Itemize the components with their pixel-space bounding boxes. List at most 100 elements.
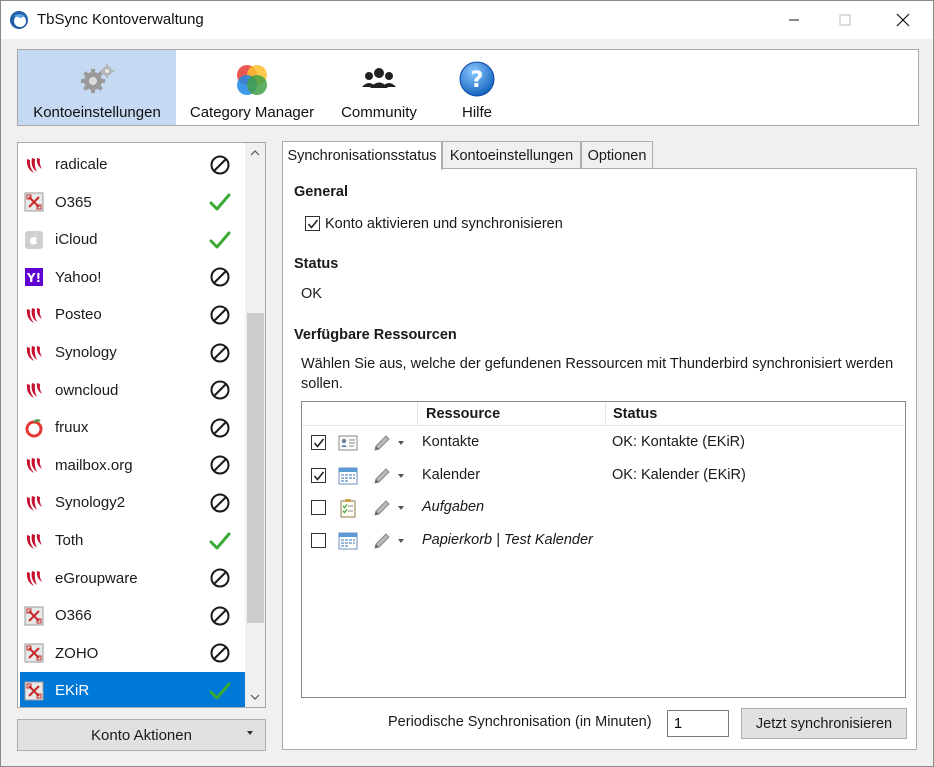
resource-name: Papierkorb | Test Kalender	[422, 532, 593, 549]
disabled-icon	[210, 455, 230, 475]
resource-name: Kontakte	[422, 434, 480, 450]
checkmark-icon	[209, 231, 231, 249]
resource-checkbox[interactable]	[311, 467, 326, 483]
tab-optionen[interactable]: Optionen	[581, 141, 653, 169]
resource-row[interactable]: Aufgaben	[302, 492, 905, 524]
chevron-up-icon	[250, 150, 260, 156]
pencil-icon[interactable]	[372, 433, 392, 453]
minimize-button[interactable]	[771, 1, 817, 39]
account-list-item[interactable]: ZOHO	[20, 635, 245, 672]
resource-checkbox[interactable]	[311, 500, 326, 516]
scroll-thumb[interactable]	[247, 313, 264, 623]
sync-status-panel: General Konto aktivieren und synchronisi…	[282, 168, 917, 750]
resource-status: OK: Kalender (EKiR)	[612, 466, 746, 483]
account-list-item[interactable]: Toth	[20, 522, 245, 559]
caldav-icon	[26, 345, 42, 361]
account-list-item[interactable]: EKiR	[20, 672, 245, 707]
status-value: OK	[301, 286, 322, 302]
eas-icon	[24, 643, 44, 663]
resource-checkbox[interactable]	[311, 533, 326, 549]
account-list-item[interactable]: Synology	[20, 334, 245, 371]
disabled-icon	[210, 643, 230, 663]
account-list-item[interactable]: Y! Yahoo!	[20, 259, 245, 296]
periodic-sync-input[interactable]	[667, 710, 729, 737]
status-heading: Status	[294, 256, 339, 272]
account-name: Synology2	[55, 494, 126, 512]
toolbar-label: Kontoeinstellungen	[33, 104, 161, 121]
calendar-icon	[338, 467, 358, 485]
disabled-icon	[210, 267, 230, 287]
account-list-item[interactable]: radicale	[20, 146, 245, 183]
account-list[interactable]: radicale O365 iCloud Y! Yahoo! Posteo Synology…	[17, 142, 266, 708]
icloud-icon	[25, 230, 43, 249]
toolbar-label: Community	[341, 104, 417, 121]
toolbar-kontoeinstellungen[interactable]: Kontoeinstellungen	[18, 50, 176, 125]
column-header-resource[interactable]: Ressource	[426, 406, 500, 422]
account-list-item[interactable]: Posteo	[20, 296, 245, 333]
tab-label: Synchronisationsstatus	[287, 148, 437, 164]
resources-heading: Verfügbare Ressourcen	[294, 327, 457, 343]
column-divider	[417, 402, 418, 426]
general-heading: General	[294, 184, 348, 200]
account-name: Synology	[55, 344, 117, 361]
tab-synchronisationsstatus[interactable]: Synchronisationsstatus	[282, 141, 442, 170]
account-list-item[interactable]: owncloud	[20, 372, 245, 409]
column-header-status[interactable]: Status	[613, 406, 657, 422]
gears-icon	[81, 64, 114, 93]
dropdown-arrow-icon[interactable]	[398, 506, 404, 511]
account-name: mailbox.org	[55, 456, 133, 474]
resource-row[interactable]: Papierkorb | Test Kalender	[302, 525, 905, 557]
account-list-scrollbar[interactable]	[245, 143, 265, 707]
account-list-item[interactable]: O366	[20, 597, 245, 634]
resources-description: Wählen Sie aus, welche der gefundenen Re…	[301, 356, 894, 372]
pencil-icon[interactable]	[372, 498, 392, 518]
disabled-icon	[210, 606, 230, 626]
account-list-item[interactable]: O365	[20, 184, 245, 221]
toolbar-hilfe[interactable]: ? Hilfe	[446, 50, 508, 125]
caldav-icon	[26, 495, 42, 511]
scroll-up-button[interactable]	[245, 143, 265, 163]
toolbar-category-manager[interactable]: Category Manager	[185, 50, 319, 125]
title-bar: TbSync Kontoverwaltung	[1, 1, 933, 39]
resource-checkbox[interactable]	[311, 435, 326, 450]
dropdown-arrow-icon	[247, 731, 253, 735]
tab-kontoeinstellungen[interactable]: Kontoeinstellungen	[442, 141, 581, 169]
dropdown-arrow-icon[interactable]	[398, 539, 404, 544]
resource-row[interactable]: Kalender OK: Kalender (EKiR)	[302, 460, 905, 492]
account-name: O365	[55, 193, 92, 211]
account-list-item[interactable]: fruux	[20, 409, 245, 446]
toolbar-label: Hilfe	[461, 104, 492, 121]
account-list-item[interactable]: Synology2	[20, 484, 245, 521]
sync-now-button[interactable]: Jetzt synchronisieren	[741, 708, 907, 739]
svg-text:Y!: Y!	[26, 271, 41, 285]
konto-aktionen-button[interactable]: Konto Aktionen	[17, 719, 266, 751]
resource-row[interactable]: Kontakte OK: Kontakte (EKiR)	[302, 427, 905, 459]
scroll-down-button[interactable]	[245, 687, 265, 707]
resources-table-header: Ressource Status	[302, 402, 905, 426]
checkmark-icon	[209, 682, 231, 700]
main-toolbar: Kontoeinstellungen Category Manager Comm…	[17, 49, 919, 126]
pencil-icon[interactable]	[372, 466, 392, 486]
disabled-icon	[210, 155, 230, 174]
caldav-icon	[26, 383, 42, 399]
enable-account-label[interactable]: Konto aktivieren und synchronisieren	[325, 216, 563, 232]
account-list-item[interactable]: iCloud	[20, 221, 245, 258]
close-button[interactable]	[880, 1, 926, 39]
dropdown-arrow-icon[interactable]	[398, 473, 404, 478]
caldav-icon	[26, 307, 42, 323]
toolbar-label: Category Manager	[189, 104, 315, 121]
disabled-icon	[210, 380, 230, 400]
account-list-item[interactable]: eGroupware	[20, 560, 245, 597]
account-name: Posteo	[55, 306, 102, 324]
contacts-icon	[338, 435, 358, 451]
resource-name: Kalender	[422, 466, 481, 483]
dropdown-arrow-icon[interactable]	[398, 441, 404, 445]
maximize-button[interactable]	[822, 1, 868, 39]
yahoo-icon: Y!	[25, 268, 43, 287]
pencil-icon[interactable]	[372, 531, 392, 551]
account-list-item[interactable]: mailbox.org	[20, 447, 245, 484]
enable-account-checkbox[interactable]	[305, 216, 320, 231]
toolbar-community[interactable]: Community	[332, 50, 426, 125]
disabled-icon	[210, 568, 230, 588]
thunderbird-icon	[10, 11, 28, 29]
